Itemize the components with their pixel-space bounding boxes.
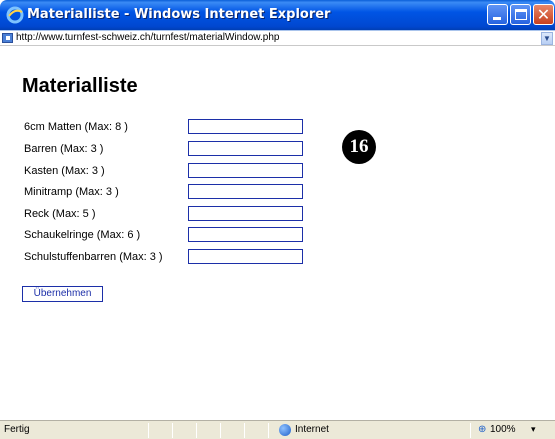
security-zone[interactable]: Internet [295,424,329,435]
material-row: Schulstuffenbarren (Max: 3 ) [24,249,314,265]
status-divider [172,423,173,438]
material-label: Schaukelringe (Max: 6 ) [24,229,141,241]
material-quantity-input[interactable] [188,206,303,221]
address-bar[interactable]: http://www.turnfest-schweiz.ch/turnfest/… [0,30,555,46]
minimize-button[interactable] [487,4,508,25]
material-row: Schaukelringe (Max: 6 ) [24,227,314,243]
status-divider [220,423,221,438]
status-divider [244,423,245,438]
minimize-icon [493,17,501,20]
material-quantity-input[interactable] [188,163,303,178]
material-quantity-input[interactable] [188,184,303,199]
globe-icon [279,424,291,436]
page-content: Materialliste 6cm Matten (Max: 8 ) Barre… [12,46,552,420]
material-label: Kasten (Max: 3 ) [24,165,105,177]
zoom-level[interactable]: 100% [490,424,516,435]
material-label: 6cm Matten (Max: 8 ) [24,121,128,133]
close-icon: ✕ [536,5,551,24]
page-icon [2,33,13,43]
window-title-bar[interactable]: Materialliste - Windows Internet Explore… [0,0,555,30]
close-button[interactable]: ✕ [533,4,554,25]
page-title: Materialliste [22,75,138,97]
material-quantity-input[interactable] [188,141,303,156]
status-divider [268,423,269,438]
material-label: Barren (Max: 3 ) [24,143,104,155]
material-quantity-input[interactable] [188,119,303,134]
status-divider [470,423,471,438]
material-label: Minitramp (Max: 3 ) [24,186,119,198]
status-bar: Fertig Internet ⊕ 100% ▾ [0,420,555,439]
window-title: Materialliste - Windows Internet Explore… [27,7,331,22]
material-row: Kasten (Max: 3 ) [24,163,314,179]
maximize-button[interactable] [510,4,531,25]
material-row: Reck (Max: 5 ) [24,206,314,222]
zoom-icon[interactable]: ⊕ [478,424,486,435]
submit-button[interactable]: Übernehmen [22,286,103,302]
material-label: Schulstuffenbarren (Max: 3 ) [24,251,163,263]
zoom-dropdown-icon[interactable]: ▾ [531,424,536,435]
step-badge: 16 [342,130,376,164]
chevron-down-icon[interactable]: ▼ [541,32,553,45]
material-quantity-input[interactable] [188,227,303,242]
ie-icon [6,6,24,24]
material-row: Minitramp (Max: 3 ) [24,184,314,200]
material-row: Barren (Max: 3 ) [24,141,314,157]
status-divider [196,423,197,438]
address-url[interactable]: http://www.turnfest-schweiz.ch/turnfest/… [16,32,279,43]
material-row: 6cm Matten (Max: 8 ) [24,119,314,135]
material-label: Reck (Max: 5 ) [24,208,96,220]
material-quantity-input[interactable] [188,249,303,264]
maximize-icon [515,9,527,20]
status-divider [148,423,149,438]
status-text: Fertig [4,424,30,435]
